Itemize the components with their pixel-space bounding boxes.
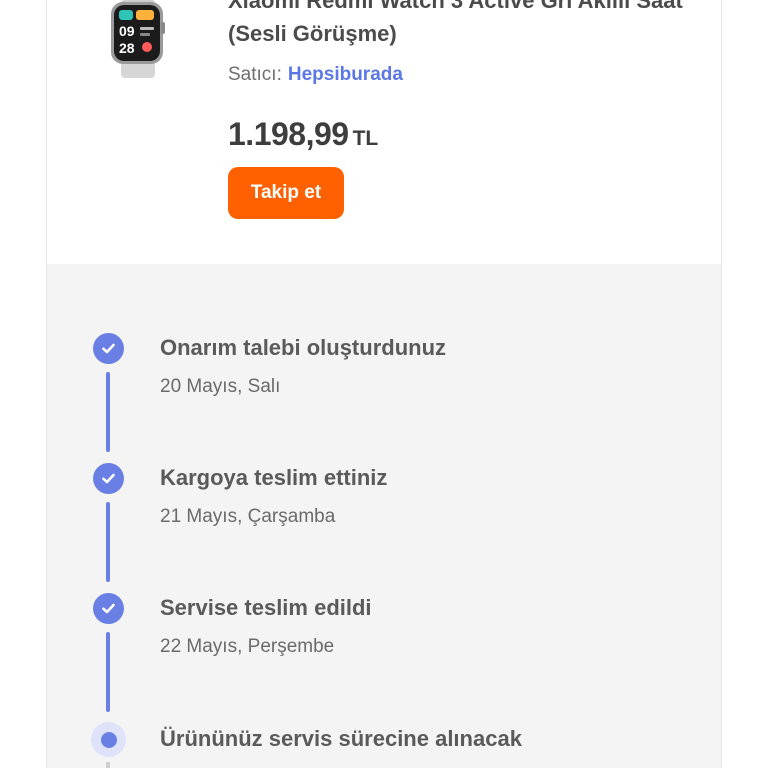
step-title: Onarım talebi oluşturdunuz	[160, 335, 447, 360]
timeline-connector	[106, 372, 110, 452]
timeline-connector	[106, 632, 110, 712]
product-title[interactable]: Xiaomi Redmi Watch 3 Active Gri Akıllı S…	[228, 0, 688, 50]
step-date: 21 Mayıs, Çarşamba	[160, 506, 336, 527]
watch-image: 09 28	[111, 0, 165, 78]
check-circle-icon	[93, 333, 124, 364]
step-title: Kargoya teslim ettiniz	[160, 465, 388, 490]
price-currency: TL	[352, 127, 379, 150]
repair-tracking-card: 09 28 Xiaomi Redmi Watch 3 Active Gri Ak…	[46, 0, 722, 768]
seller-info: Satıcı: Hepsiburada	[228, 64, 403, 86]
product-price: 1.198,99 TL	[228, 116, 378, 153]
step-title-current: Ürününüz servis sürecine alınacak	[160, 726, 522, 751]
current-step-dot-icon	[91, 722, 126, 757]
follow-button[interactable]: Takip et	[228, 167, 344, 219]
watch-hour-text: 09	[119, 23, 135, 39]
check-circle-icon	[93, 463, 124, 494]
step-date: 22 Mayıs, Perşembe	[160, 636, 335, 657]
page: 09 28 Xiaomi Redmi Watch 3 Active Gri Ak…	[0, 0, 768, 768]
watch-minute-text: 28	[119, 40, 135, 56]
repair-timeline: Onarım talebi oluşturdunuz 20 Mayıs, Sal…	[47, 264, 721, 768]
seller-label: Satıcı:	[228, 64, 282, 85]
step-title: Servise teslim edildi	[160, 595, 372, 620]
check-circle-icon	[93, 593, 124, 624]
timeline-connector-pending	[106, 762, 110, 768]
step-date: 20 Mayıs, Salı	[160, 376, 281, 397]
timeline-connector	[106, 502, 110, 582]
product-section: 09 28 Xiaomi Redmi Watch 3 Active Gri Ak…	[47, 0, 721, 264]
product-thumbnail[interactable]: 09 28	[103, 0, 173, 80]
price-amount: 1.198,99	[228, 116, 349, 152]
seller-link[interactable]: Hepsiburada	[288, 64, 403, 85]
